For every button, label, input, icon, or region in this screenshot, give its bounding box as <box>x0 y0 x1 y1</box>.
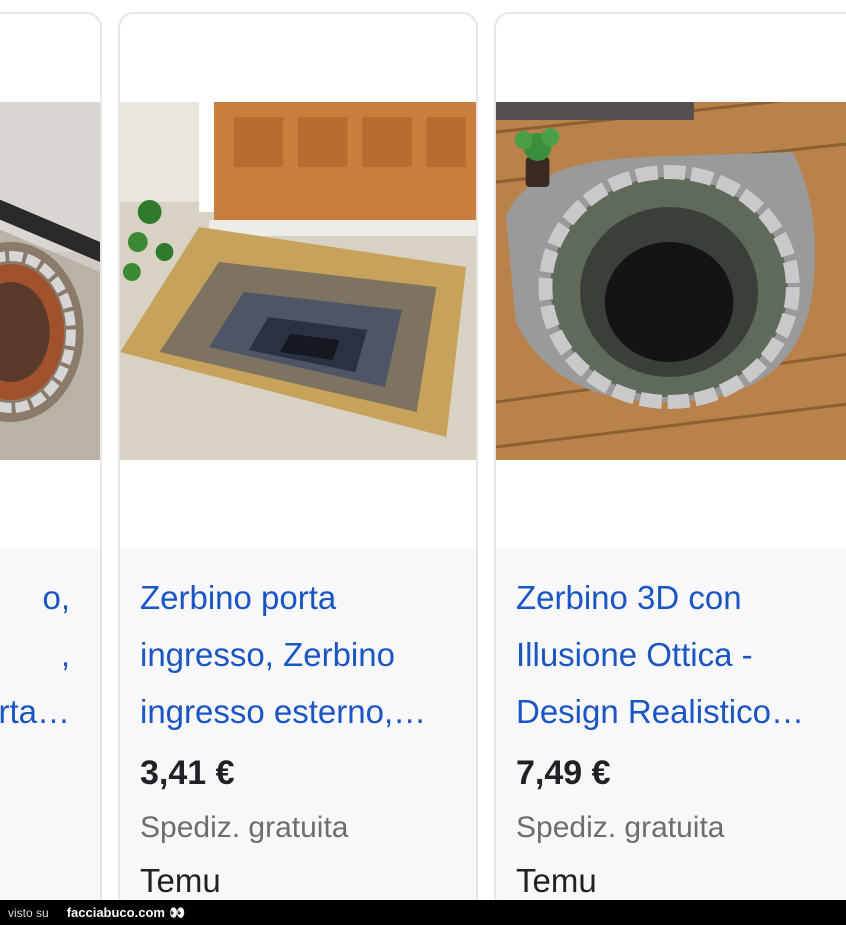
shipping-info: Spediz. gratuita <box>516 811 725 844</box>
watermark-bar: visto su facciabuco.com 👀 <box>0 900 846 925</box>
product-info: o, , rta… <box>0 549 100 910</box>
watermark-site: facciabuco.com <box>66 905 165 920</box>
title-line: , <box>60 636 70 673</box>
product-image-doormat-stairs[interactable] <box>120 102 476 460</box>
product-info: Zerbino porta ingresso, Zerbino ingresso… <box>120 549 476 910</box>
title-line: Zerbino 3D con <box>516 579 742 616</box>
product-title[interactable]: o, , rta… <box>0 569 70 740</box>
product-title[interactable]: Zerbino porta ingresso, Zerbino ingresso… <box>140 569 458 740</box>
title-line: Zerbino porta <box>140 579 337 616</box>
title-line: ingresso, Zerbino <box>140 636 395 673</box>
product-title[interactable]: Zerbino 3D con Illusione Ottica - Design… <box>516 569 846 740</box>
product-card[interactable]: Zerbino porta ingresso, Zerbino ingresso… <box>118 12 478 912</box>
title-line: o, <box>42 579 70 616</box>
product-card[interactable]: Zerbino 3D con Illusione Ottica - Design… <box>494 12 846 912</box>
product-price: 7,49 € <box>516 754 611 792</box>
title-line: ingresso esterno,… <box>140 693 427 730</box>
title-line: Design Realistico… <box>516 693 804 730</box>
watermark-prefix: visto su <box>8 905 49 920</box>
eyes-icon: 👀 <box>168 904 186 920</box>
shipping-info: Spediz. gratuita <box>140 811 349 844</box>
product-image-well-doormat[interactable] <box>0 102 100 460</box>
product-card-partial[interactable]: o, , rta… <box>0 12 102 912</box>
merchant-name: Temu <box>516 862 597 899</box>
product-price: 3,41 € <box>140 754 235 792</box>
title-line: rta… <box>0 693 70 730</box>
product-info: Zerbino 3D con Illusione Ottica - Design… <box>496 549 846 910</box>
merchant-name: Temu <box>140 862 221 899</box>
title-line: Illusione Ottica - <box>516 636 753 673</box>
product-image-doormat-well[interactable] <box>496 102 846 460</box>
